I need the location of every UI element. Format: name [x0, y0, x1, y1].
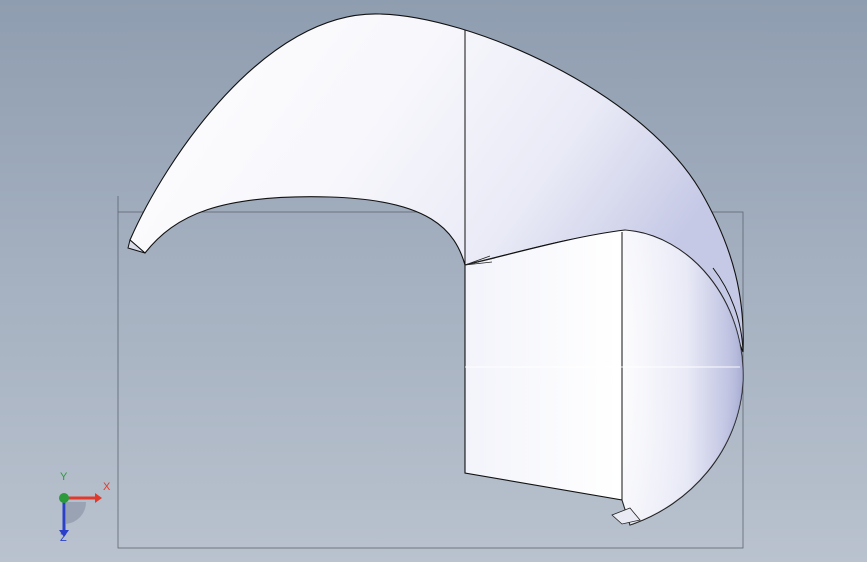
- graphics-viewport[interactable]: X Y Z: [0, 0, 867, 562]
- triad-z-label: Z: [60, 532, 67, 544]
- coordinate-triad: X Y Z: [40, 472, 120, 550]
- triad-x-label: X: [103, 481, 111, 493]
- triad-y-label: Y: [60, 471, 68, 483]
- model-view[interactable]: [0, 0, 867, 562]
